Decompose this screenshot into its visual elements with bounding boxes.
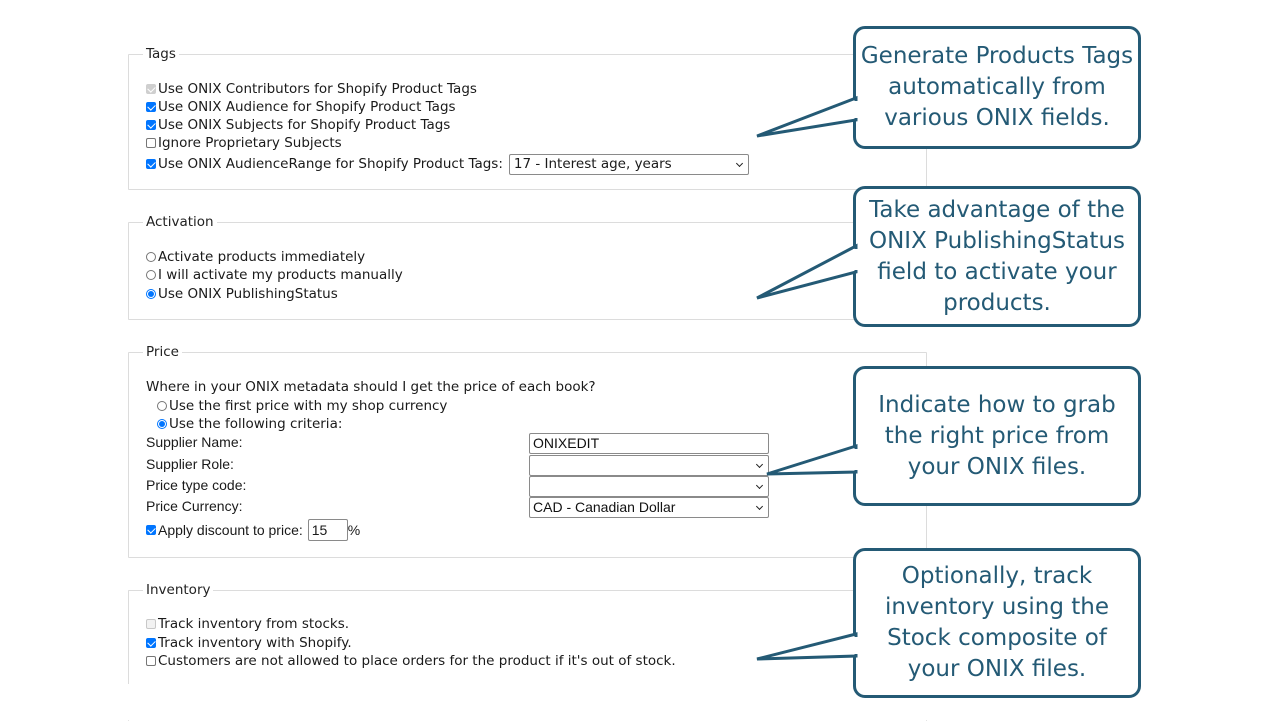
tag-option-audience-range: Use ONIX AudienceRange for Shopify Produ… [146,153,749,175]
activation-fieldset: Activation Activate products immediately… [128,214,927,320]
price-fieldset: Price Where in your ONIX metadata should… [128,344,927,558]
supplier-name-label: Supplier Name: [146,434,243,450]
inventory-option-deny-oos[interactable]: Customers are not allowed to place order… [146,652,676,670]
audience-range-select[interactable]: 17 - Interest age, years [508,153,749,175]
contributors-checkbox[interactable] [146,84,156,94]
price-currency-label: Price Currency: [146,498,243,514]
price-legend: Price [143,344,182,360]
track-shopify-label: Track inventory with Shopify. [158,635,352,651]
inventory-legend: Inventory [143,582,214,598]
first-price-label: Use the first price with my shop currenc… [169,398,448,414]
discount-checkbox[interactable] [146,525,156,535]
tag-option-ignore-proprietary[interactable]: Ignore Proprietary Subjects [146,134,342,152]
inventory-option-shopify[interactable]: Track inventory with Shopify. [146,634,352,652]
activate-immediately-label: Activate products immediately [158,249,366,265]
discount-unit: % [347,522,361,538]
track-shopify-checkbox[interactable] [146,638,156,648]
callout-price-text: Indicate how to grab the right price fro… [878,391,1116,480]
discount-row: Apply discount to price: 15 % [146,519,360,541]
tag-option-audience[interactable]: Use ONIX Audience for Shopify Product Ta… [146,98,456,116]
callout-inventory: Optionally, track inventory using the St… [853,548,1141,698]
audience-range-checkbox[interactable] [146,159,156,169]
price-currency-select[interactable]: CAD - Canadian Dollar [529,497,769,518]
activation-option-publishing-status[interactable]: Use ONIX PublishingStatus [146,285,338,303]
track-stocks-label: Track inventory from stocks. [158,616,350,632]
price-type-select[interactable] [529,476,769,497]
contributors-label: Use ONIX Contributors for Shopify Produc… [158,81,477,97]
deny-out-of-stock-checkbox[interactable] [146,656,156,666]
criteria-label: Use the following criteria: [169,416,343,432]
activation-option-immediately[interactable]: Activate products immediately [146,248,365,266]
publishing-status-radio[interactable] [146,289,156,299]
activation-legend: Activation [143,214,217,230]
audience-range-label: Use ONIX AudienceRange for Shopify Produ… [158,156,503,172]
supplier-role-select[interactable] [529,455,769,476]
publishing-status-label: Use ONIX PublishingStatus [158,286,338,302]
callout-tags-text: Generate Products Tags automatically fro… [860,43,1134,131]
inventory-option-stocks[interactable]: Track inventory from stocks. [146,615,349,633]
activation-option-manually[interactable]: I will activate my products manually [146,266,403,284]
subjects-label: Use ONIX Subjects for Shopify Product Ta… [158,117,451,133]
supplier-role-label: Supplier Role: [146,456,234,472]
price-option-first[interactable]: Use the first price with my shop currenc… [157,397,447,415]
price-currency-value: CAD - Canadian Dollar [533,499,676,515]
activate-manually-radio[interactable] [146,270,156,280]
callout-activation: Take advantage of the ONIX PublishingSta… [853,186,1141,327]
tags-legend: Tags [143,46,179,62]
track-stocks-checkbox[interactable] [146,619,156,629]
tag-option-contributors[interactable]: Use ONIX Contributors for Shopify Produc… [146,80,477,98]
callout-tags: Generate Products Tags automatically fro… [853,26,1141,149]
callout-inventory-text: Optionally, track inventory using the St… [885,563,1109,682]
activate-manually-label: I will activate my products manually [158,267,403,283]
audience-range-select-value: 17 - Interest age, years [513,155,672,172]
tag-option-subjects[interactable]: Use ONIX Subjects for Shopify Product Ta… [146,116,450,134]
activate-immediately-radio[interactable] [146,252,156,262]
subjects-checkbox[interactable] [146,120,156,130]
deny-out-of-stock-label: Customers are not allowed to place order… [158,653,676,669]
discount-input[interactable]: 15 [307,519,348,541]
price-question: Where in your ONIX metadata should I get… [146,379,596,395]
ignore-proprietary-label: Ignore Proprietary Subjects [158,135,342,151]
discount-label: Apply discount to price: [158,522,303,538]
tags-fieldset: Tags Use ONIX Contributors for Shopify P… [128,46,927,190]
supplier-name-input[interactable]: ONIXEDIT [529,433,769,454]
price-type-label: Price type code: [146,477,247,493]
audience-checkbox[interactable] [146,102,156,112]
audience-label: Use ONIX Audience for Shopify Product Ta… [158,99,456,115]
ignore-proprietary-checkbox[interactable] [146,138,156,148]
first-price-radio[interactable] [157,401,167,411]
price-option-criteria[interactable]: Use the following criteria: [157,415,342,433]
callout-activation-text: Take advantage of the ONIX PublishingSta… [869,196,1125,316]
callout-price: Indicate how to grab the right price fro… [853,366,1141,506]
criteria-radio[interactable] [157,419,167,429]
